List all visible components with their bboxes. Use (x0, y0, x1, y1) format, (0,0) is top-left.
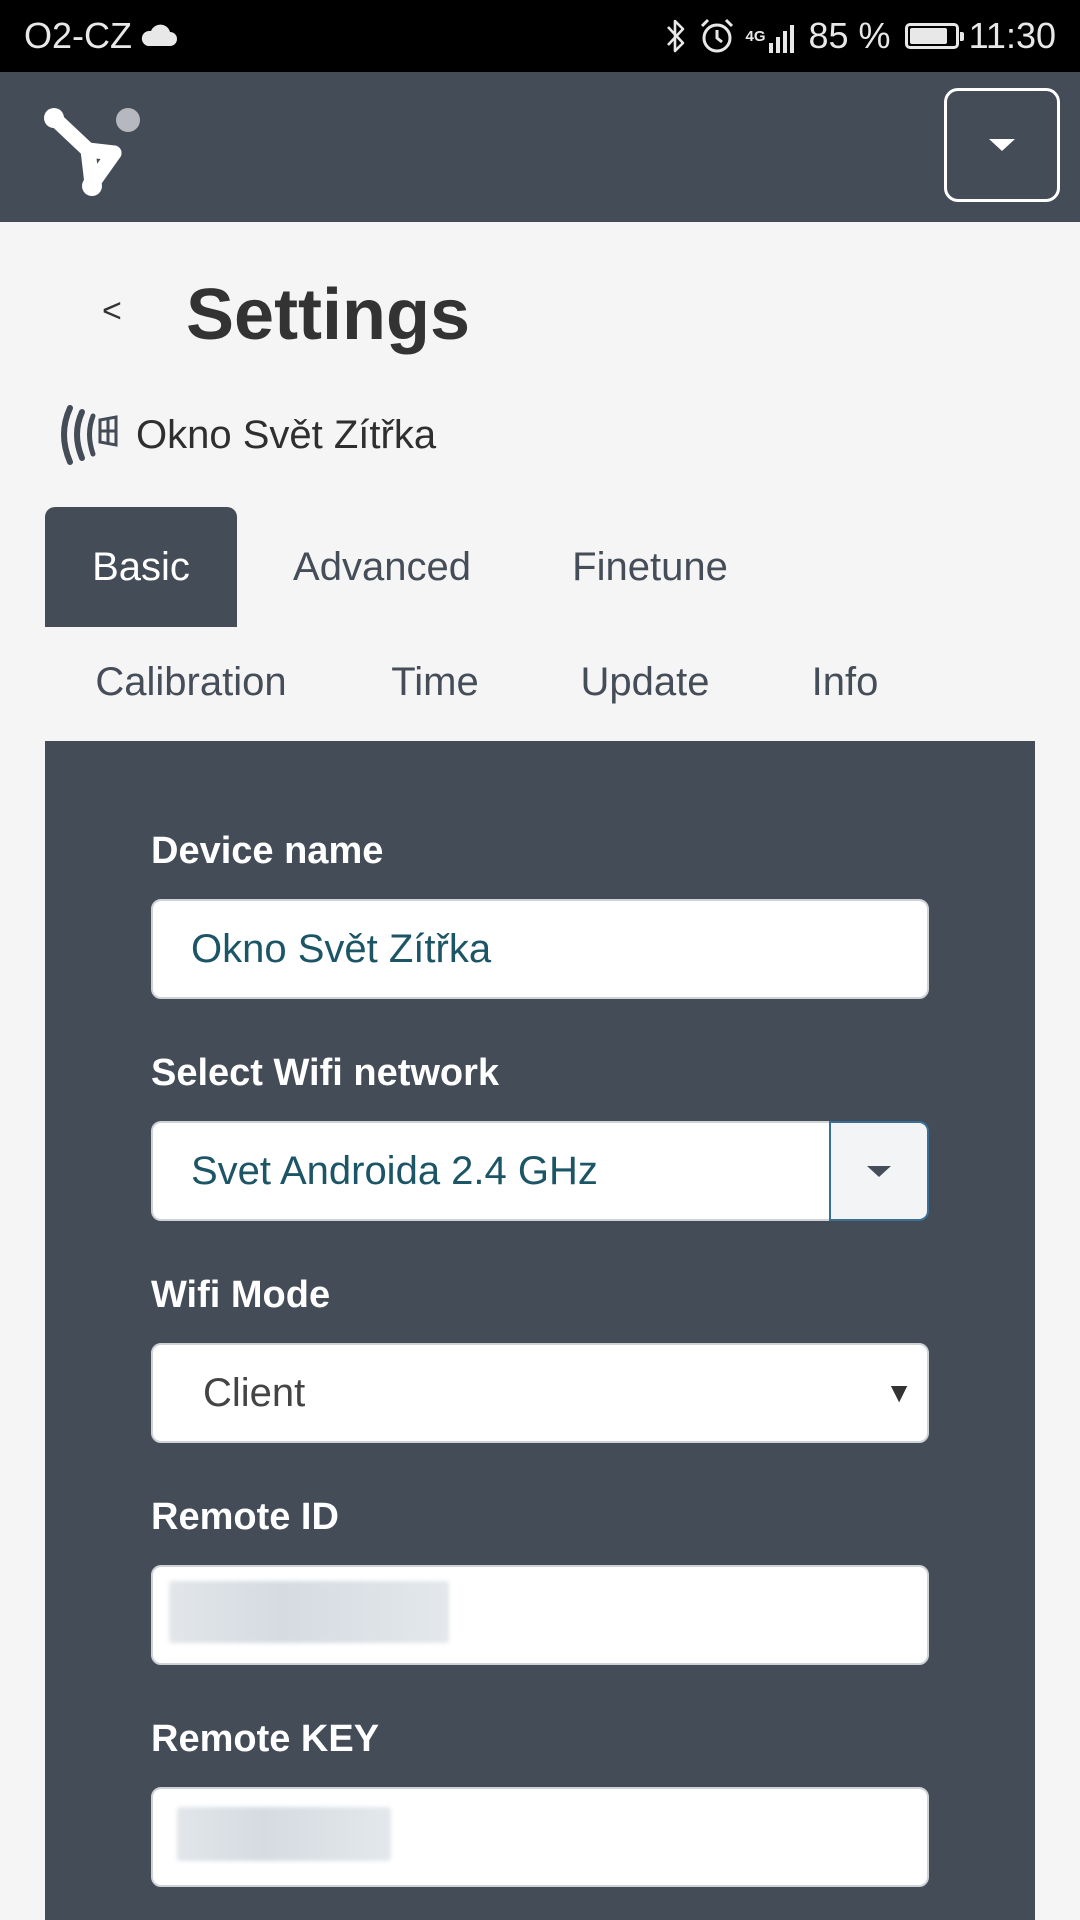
wifi-mode-value: Client (203, 1371, 306, 1415)
remote-key-field-label: Remote KEY (151, 1718, 380, 1760)
battery-icon (904, 23, 964, 49)
wifi-network-combo (151, 1121, 929, 1221)
window-signal-icon (56, 404, 124, 466)
signal-icon: 4G (746, 19, 799, 53)
device-name-field-label: Device name (151, 830, 384, 872)
wifi-mode-field-label: Wifi Mode (151, 1274, 331, 1316)
tab-basic[interactable]: Basic (45, 507, 237, 627)
status-bar: O2-CZ 4G 85 % 11:30 (0, 0, 1080, 72)
tab-time[interactable]: Time (370, 622, 500, 742)
remote-id-field-label: Remote ID (151, 1496, 339, 1538)
remote-key-input[interactable] (151, 1787, 929, 1887)
content-area: < Settings Okno Svět Zítřka Basic Advanc… (0, 222, 1080, 1920)
device-name-label: Okno Svět Zítřka (136, 412, 437, 457)
device-name-input[interactable] (151, 899, 929, 999)
battery-fill (909, 28, 947, 44)
caret-down-icon (867, 1165, 891, 1177)
redacted-value (177, 1807, 391, 1861)
wifi-network-input[interactable] (151, 1121, 829, 1221)
wifi-mode-select[interactable]: Client ▼ (151, 1343, 929, 1443)
basic-settings-panel: Device name Select Wifi network Wifi Mod… (45, 741, 1035, 1920)
menu-toggle-button[interactable] (944, 88, 1060, 202)
cloud-icon (138, 24, 178, 48)
status-left: O2-CZ (24, 0, 178, 72)
wifi-network-field-label: Select Wifi network (151, 1052, 500, 1094)
chevron-down-icon (989, 139, 1015, 151)
device-header: Okno Svět Zítřka (56, 404, 436, 466)
tab-finetune[interactable]: Finetune (540, 507, 760, 627)
network-type-label: 4G (745, 27, 766, 45)
remote-id-input[interactable] (151, 1565, 929, 1665)
logo-icon[interactable] (38, 98, 148, 208)
page-title: Settings (186, 275, 471, 355)
back-button[interactable]: < (102, 292, 122, 331)
carrier-label: O2-CZ (24, 15, 132, 56)
alarm-icon (698, 17, 736, 55)
tab-advanced[interactable]: Advanced (262, 507, 502, 627)
select-arrow-icon: ▼ (885, 1377, 913, 1408)
app-header (0, 72, 1080, 222)
screen: O2-CZ 4G 85 % 11:30 < Settings Okno Svět… (0, 0, 1080, 1920)
tab-info[interactable]: Info (790, 622, 900, 742)
bluetooth-icon (664, 17, 688, 55)
wifi-network-dropdown-button[interactable] (829, 1121, 929, 1221)
tab-update[interactable]: Update (560, 622, 730, 742)
battery-percent: 85 % (808, 15, 891, 56)
redacted-value (169, 1581, 449, 1643)
tab-calibration[interactable]: Calibration (76, 622, 306, 742)
clock: 11:30 (968, 15, 1056, 56)
status-right: 4G 85 % 11:30 (654, 0, 1056, 72)
